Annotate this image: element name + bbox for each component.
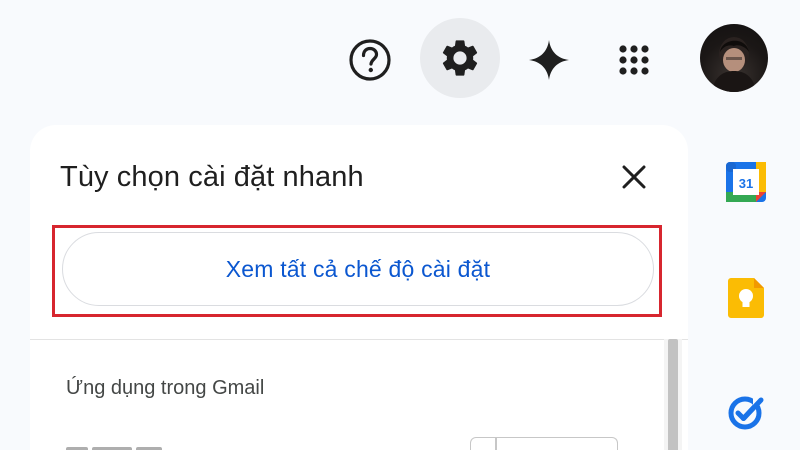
sparkle-icon [529, 40, 569, 80]
tasks-icon [728, 395, 764, 430]
help-button[interactable] [330, 20, 410, 100]
partial-row-label [66, 439, 166, 450]
partial-option-box[interactable] [470, 437, 618, 450]
panel-title: Tùy chọn cài đặt nhanh [60, 161, 364, 193]
avatar-image [712, 37, 756, 92]
divider [30, 339, 688, 340]
gemini-button[interactable] [509, 20, 589, 100]
help-circle-icon [349, 39, 391, 81]
gear-icon [442, 40, 478, 76]
top-bar [0, 0, 800, 120]
calendar-app-button[interactable]: 31 [724, 160, 768, 204]
calendar-date: 31 [739, 176, 753, 191]
scroll-thumb[interactable] [668, 339, 678, 450]
close-icon [622, 165, 646, 189]
keep-app-button[interactable] [724, 276, 768, 320]
tasks-app-button[interactable] [724, 390, 768, 434]
keep-icon [728, 278, 764, 318]
highlight-box [52, 225, 662, 317]
settings-button[interactable] [420, 18, 500, 98]
avatar[interactable] [700, 24, 768, 92]
quick-settings-panel: Tùy chọn cài đặt nhanh Xem tất cả chế độ… [30, 125, 688, 450]
apps-button[interactable] [594, 20, 674, 100]
section-title: Ứng dụng trong Gmail [66, 377, 265, 399]
scrollbar[interactable] [664, 339, 682, 450]
close-button[interactable] [614, 157, 654, 197]
calendar-icon: 31 [726, 162, 766, 202]
apps-grid-icon [619, 45, 649, 75]
